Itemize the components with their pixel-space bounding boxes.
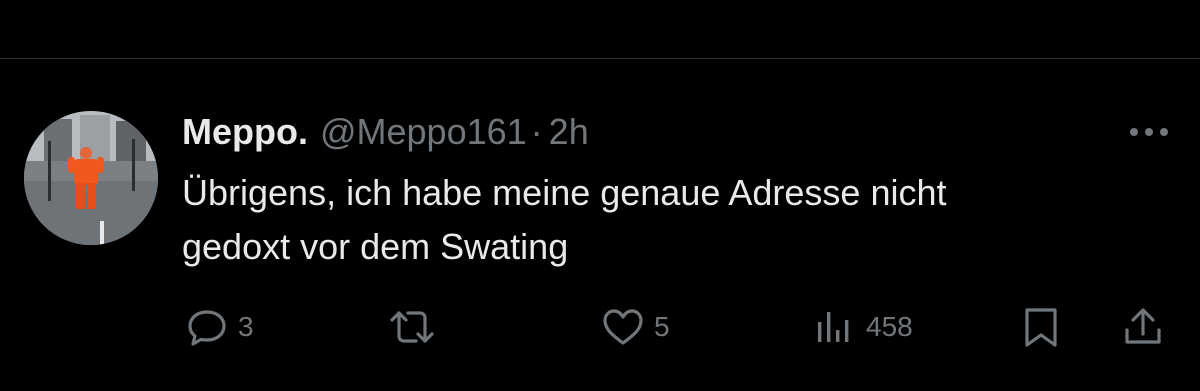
bookmark-icon	[1018, 304, 1064, 350]
heart-icon	[600, 304, 646, 350]
views-icon	[814, 304, 858, 350]
share-button[interactable]	[1120, 304, 1166, 350]
share-icon	[1120, 304, 1166, 350]
reply-button[interactable]: 3	[184, 304, 254, 350]
user-handle[interactable]: @Meppo161	[320, 111, 527, 153]
avatar[interactable]	[24, 111, 158, 245]
like-button[interactable]: 5	[600, 304, 670, 350]
timestamp[interactable]: 2h	[549, 111, 589, 153]
view-count: 458	[866, 311, 913, 342]
tweet-text: Übrigens, ich habe meine genaue Adresse …	[182, 172, 947, 267]
retweet-icon	[386, 304, 438, 350]
tweet-header: Meppo. @Meppo161 · 2h	[182, 108, 589, 156]
separator-dot: ·	[530, 111, 543, 152]
like-count: 5	[654, 311, 670, 342]
display-name[interactable]: Meppo.	[182, 111, 308, 153]
views-button[interactable]: 458	[814, 304, 913, 350]
bookmark-button[interactable]	[1018, 304, 1064, 350]
retweet-button[interactable]	[386, 304, 446, 350]
reply-count: 3	[238, 311, 254, 342]
top-divider	[0, 58, 1200, 59]
more-icon[interactable]	[1124, 120, 1174, 144]
reply-icon	[184, 304, 230, 350]
